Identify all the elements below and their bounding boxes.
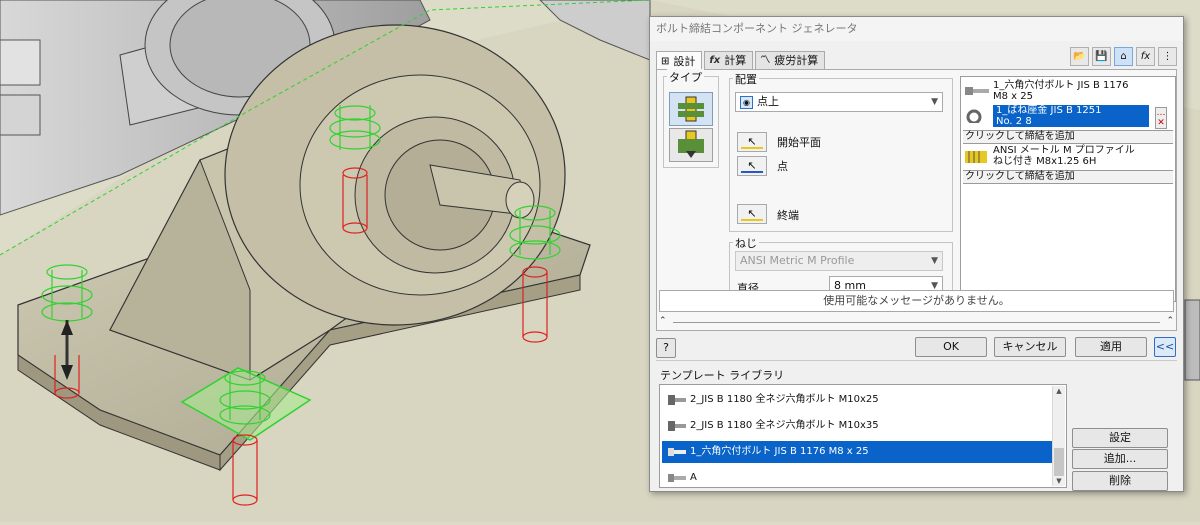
dialog-title: ボルト締結コンポーネント ジェネレータ bbox=[650, 17, 1183, 41]
collapse-button[interactable]: << bbox=[1154, 337, 1176, 357]
hex-bolt-icon bbox=[668, 395, 686, 405]
component-bolt-text: 1_六角穴付ボルト JIS B 1176 M8 x 25 bbox=[993, 80, 1129, 102]
bolt-icon bbox=[668, 474, 686, 482]
design-mode-icon[interactable]: ⌂ bbox=[1114, 47, 1133, 66]
open-folder-icon[interactable]: 📂 bbox=[1070, 47, 1089, 66]
add-fastener-row[interactable]: クリックして締結を追加 bbox=[963, 130, 1173, 144]
template-list-scrollbar[interactable]: ▲ ▼ bbox=[1052, 386, 1065, 486]
fastener-component-list[interactable]: 1_六角穴付ボルト JIS B 1176 M8 x 25 1_ばね座金 JIS B… bbox=[960, 76, 1176, 302]
through-bolt-type-button[interactable] bbox=[669, 92, 713, 126]
placement-dropdown[interactable]: ◉ 点上 ▼ bbox=[735, 92, 943, 112]
scroll-up-icon[interactable]: ▲ bbox=[1053, 386, 1065, 396]
apply-button[interactable]: 適用 bbox=[1075, 337, 1147, 357]
expand-up-icon[interactable]: ⌃ bbox=[1166, 316, 1174, 326]
dialog-toolbar: 📂 💾 ⌂ fx ⋮ bbox=[1070, 47, 1177, 66]
placement-value: 点上 bbox=[757, 95, 779, 108]
point-select-button[interactable]: ↖ bbox=[737, 156, 767, 176]
template-item[interactable]: 2_JIS B 1180 全ネジ六角ボルト M10x35 bbox=[662, 415, 1052, 437]
bolted-connection-dialog: ボルト締結コンポーネント ジェネレータ ⊞ 設計 fx 計算 〽 疲労計算 📂 … bbox=[649, 16, 1184, 492]
chevron-down-icon: ▼ bbox=[931, 256, 938, 266]
template-library-list[interactable]: 2_JIS B 1180 全ネジ六角ボルト M10x25 2_JIS B 118… bbox=[659, 384, 1067, 488]
tab-design[interactable]: ⊞ 設計 bbox=[656, 51, 703, 71]
termination-label: 終端 bbox=[777, 209, 799, 222]
template-add-button[interactable]: 追加... bbox=[1072, 449, 1168, 469]
tab-calculation-label: 計算 bbox=[724, 54, 747, 67]
component-row-washer[interactable]: 1_ばね座金 JIS B 1251 No. 2 8 … ✕ bbox=[963, 105, 1173, 129]
save-icon[interactable]: 💾 bbox=[1092, 47, 1111, 66]
template-delete-button[interactable]: 削除 bbox=[1072, 471, 1168, 491]
placement-group-label: 配置 bbox=[733, 71, 759, 87]
template-item[interactable]: A bbox=[662, 467, 1052, 487]
help-icon: ? bbox=[663, 341, 669, 354]
template-item-selected[interactable]: 1_六角穴付ボルト JIS B 1176 M8 x 25 bbox=[662, 441, 1052, 463]
fx-calculation-icon: fx bbox=[709, 55, 721, 66]
tab-bar: ⊞ 設計 fx 計算 〽 疲労計算 bbox=[656, 51, 827, 71]
ok-button[interactable]: OK bbox=[915, 337, 987, 357]
fx-icon[interactable]: fx bbox=[1136, 47, 1155, 66]
remove-component-icon[interactable]: … ✕ bbox=[1155, 107, 1167, 129]
panel-splitter[interactable]: ⌃ ⌃ bbox=[659, 316, 1174, 328]
component-thread-text: ANSI メートル M プロファイル ねじ付き M8x1.25 6H bbox=[993, 145, 1135, 167]
blind-bolt-icon bbox=[678, 130, 704, 158]
message-box: 使用可能なメッセージがありません。 bbox=[659, 290, 1174, 312]
thread-hole-icon bbox=[965, 151, 987, 163]
add-fastener-row[interactable]: クリックして締結を追加 bbox=[963, 170, 1173, 184]
type-group-label: タイプ bbox=[667, 69, 704, 85]
termination-select-button[interactable]: ↖ bbox=[737, 204, 767, 224]
thread-standard-dropdown[interactable]: ANSI Metric M Profile ▼ bbox=[735, 251, 943, 271]
point-label: 点 bbox=[777, 160, 788, 173]
chevron-down-icon: ▼ bbox=[931, 97, 938, 107]
options-icon[interactable]: ⋮ bbox=[1158, 47, 1177, 66]
tab-fatigue-calculation[interactable]: 〽 疲労計算 bbox=[755, 51, 826, 70]
cancel-button[interactable]: キャンセル bbox=[994, 337, 1066, 357]
thread-group-label: ねじ bbox=[733, 235, 759, 251]
template-library-label: テンプレート ライブラリ bbox=[660, 369, 785, 382]
blind-bolt-type-button[interactable] bbox=[669, 128, 713, 162]
scroll-down-icon[interactable]: ▼ bbox=[1053, 476, 1065, 486]
tab-calculation[interactable]: fx 計算 bbox=[704, 51, 754, 70]
spring-washer-icon bbox=[966, 109, 982, 123]
fatigue-calculation-icon: 〽 bbox=[760, 55, 771, 66]
component-row-thread[interactable]: ANSI メートル M プロファイル ねじ付き M8x1.25 6H bbox=[963, 145, 1173, 169]
socket-bolt-icon bbox=[668, 448, 686, 456]
bolt-icon bbox=[965, 87, 989, 95]
help-button[interactable]: ? bbox=[656, 338, 676, 358]
tab-fatigue-label: 疲労計算 bbox=[774, 54, 819, 67]
start-plane-label: 開始平面 bbox=[777, 136, 821, 149]
on-point-icon: ◉ bbox=[740, 95, 753, 109]
scroll-thumb[interactable] bbox=[1054, 448, 1064, 476]
through-bolt-icon bbox=[678, 96, 704, 122]
design-icon: ⊞ bbox=[661, 55, 670, 67]
expand-up-icon[interactable]: ⌃ bbox=[659, 316, 667, 326]
component-row-bolt[interactable]: 1_六角穴付ボルト JIS B 1176 M8 x 25 bbox=[963, 80, 1173, 104]
start-plane-select-button[interactable]: ↖ bbox=[737, 132, 767, 152]
template-settings-button[interactable]: 設定 bbox=[1072, 428, 1168, 448]
hex-bolt-icon bbox=[668, 421, 686, 431]
tab-design-label: 設計 bbox=[673, 54, 696, 68]
component-washer-text: 1_ばね座金 JIS B 1251 No. 2 8 bbox=[993, 105, 1149, 127]
template-item[interactable]: 2_JIS B 1180 全ネジ六角ボルト M10x25 bbox=[662, 389, 1052, 411]
thread-standard-value: ANSI Metric M Profile bbox=[740, 254, 855, 267]
